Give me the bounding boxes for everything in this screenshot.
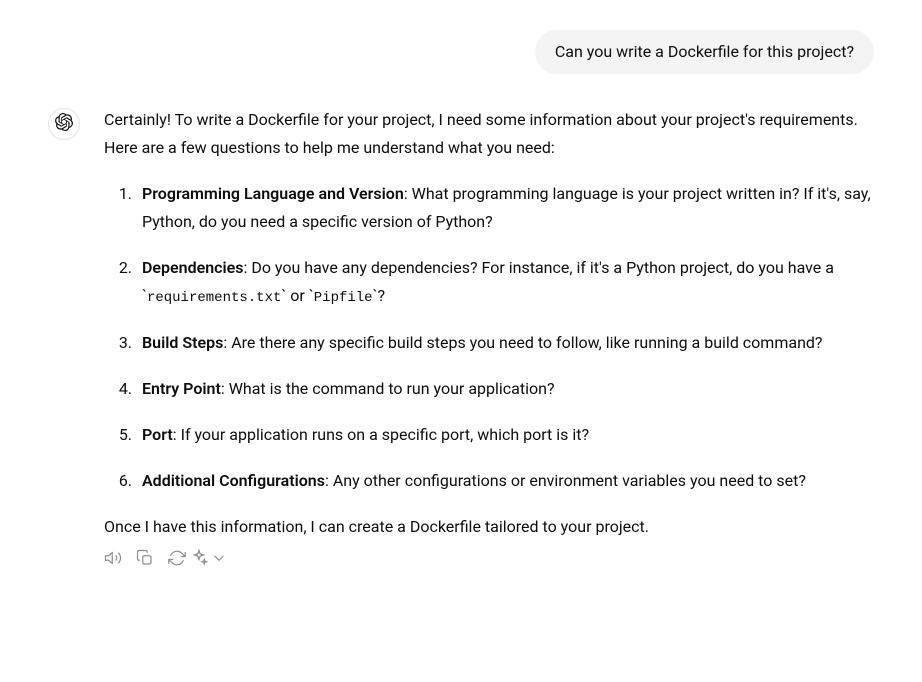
refresh-icon — [168, 548, 186, 576]
item-title: Programming Language and Version — [142, 184, 404, 203]
code-snippet: Pipfile — [314, 290, 373, 306]
copy-icon — [136, 548, 154, 576]
message-actions — [104, 553, 874, 571]
item-body: : Are there any specific build steps you… — [223, 333, 822, 352]
item-body: : If your application runs on a specific… — [173, 425, 589, 444]
assistant-message: Certainly! To write a Dockerfile for you… — [104, 106, 874, 571]
user-message-row: Can you write a Dockerfile for this proj… — [48, 30, 874, 74]
code-snippet: requirements.txt — [147, 290, 281, 306]
list-item: Build Steps: Are there any specific buil… — [136, 329, 874, 357]
list-item: Entry Point: What is the command to run … — [136, 375, 874, 403]
model-select-button[interactable] — [200, 553, 218, 571]
item-title: Entry Point — [142, 379, 221, 398]
item-title: Dependencies — [142, 258, 243, 277]
item-title: Additional Configurations — [142, 471, 325, 490]
user-message-text: Can you write a Dockerfile for this proj… — [555, 42, 854, 61]
item-body: : What is the command to run your applic… — [221, 379, 555, 398]
assistant-avatar — [48, 108, 80, 140]
chevron-down-icon — [210, 548, 228, 576]
assistant-intro: Certainly! To write a Dockerfile for you… — [104, 106, 874, 162]
copy-button[interactable] — [136, 553, 154, 571]
item-suffix: ? — [378, 286, 386, 305]
item-title: Port — [142, 425, 173, 444]
item-mid: or — [286, 286, 308, 305]
chat-container: Can you write a Dockerfile for this proj… — [48, 30, 874, 571]
sparkle-icon — [190, 548, 208, 576]
read-aloud-button[interactable] — [104, 553, 122, 571]
item-title: Build Steps — [142, 333, 223, 352]
item-body: : Any other configurations or environmen… — [325, 471, 806, 490]
question-list: Programming Language and Version: What p… — [104, 180, 874, 495]
speaker-icon — [104, 548, 122, 576]
list-item: Port: If your application runs on a spec… — [136, 421, 874, 449]
list-item: Programming Language and Version: What p… — [136, 180, 874, 236]
assistant-row: Certainly! To write a Dockerfile for you… — [48, 106, 874, 571]
assistant-closing: Once I have this information, I can crea… — [104, 513, 874, 541]
openai-logo-icon — [55, 113, 73, 135]
list-item: Dependencies: Do you have any dependenci… — [136, 254, 874, 311]
user-message-bubble[interactable]: Can you write a Dockerfile for this proj… — [535, 30, 874, 74]
regenerate-button[interactable] — [168, 553, 186, 571]
list-item: Additional Configurations: Any other con… — [136, 467, 874, 495]
item-body-prefix: : Do you have any dependencies? For inst… — [243, 258, 833, 277]
